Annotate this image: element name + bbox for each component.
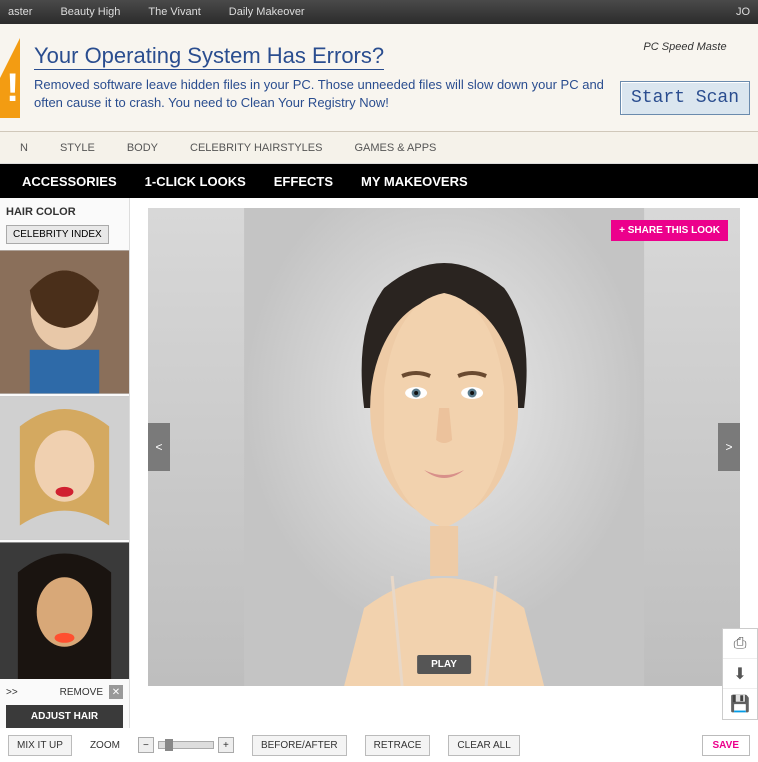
model-face [231,208,657,686]
next-arrow-button[interactable]: > [718,423,740,471]
ad-body: Removed software leave hidden files in y… [34,76,604,111]
mix-it-up-button[interactable]: MIX IT UP [8,735,72,756]
celeb-thumbnail[interactable] [0,542,129,679]
prev-arrow-button[interactable]: < [148,423,170,471]
zoom-control: − + [138,737,234,753]
remove-prefix: >> [6,687,18,698]
join-link[interactable]: JO [736,6,750,18]
canvas-area: + SHARE THIS LOOK < > PLAY [130,198,758,728]
zoom-thumb[interactable] [165,739,173,751]
ad-banner: Your Operating System Has Errors? Remove… [0,24,758,132]
side-tool-panel: ⎙ ⬇ 💾 [722,628,758,720]
celebrity-index-button[interactable]: CELEBRITY INDEX [6,225,109,244]
network-link[interactable]: The Vivant [148,6,200,18]
primary-nav: N STYLE BODY CELEBRITY HAIRSTYLES GAMES … [0,132,758,164]
ad-brand: PC Speed Maste [618,41,752,53]
nav-item-my-makeovers[interactable]: MY MAKEOVERS [347,174,482,189]
nav-item-looks[interactable]: 1-CLICK LOOKS [131,174,260,189]
zoom-slider[interactable] [158,741,214,749]
network-link[interactable]: aster [8,6,32,18]
download-icon[interactable]: ⬇ [723,659,757,689]
save-icon[interactable]: 💾 [723,689,757,719]
bottom-toolbar: MIX IT UP ZOOM − + BEFORE/AFTER RETRACE … [0,728,758,762]
nav-item[interactable]: GAMES & APPS [338,142,452,154]
zoom-label: ZOOM [90,740,120,751]
start-scan-button[interactable]: Start Scan [620,81,750,115]
print-icon[interactable]: ⎙ [723,629,757,659]
network-link[interactable]: Beauty High [60,6,120,18]
play-button[interactable]: PLAY [417,655,471,674]
ad-headline: Your Operating System Has Errors? [34,43,384,70]
top-network-bar: aster Beauty High The Vivant Daily Makeo… [0,0,758,24]
nav-item[interactable]: N [4,142,44,154]
zoom-in-button[interactable]: + [218,737,234,753]
celeb-thumbnail[interactable] [0,250,129,394]
nav-item-accessories[interactable]: ACCESSORIES [8,174,131,189]
celeb-thumbnail[interactable] [0,396,129,540]
retrace-button[interactable]: RETRACE [365,735,431,756]
sidebar: HAIR COLOR CELEBRITY INDEX >> REMOVE ✕ A… [0,198,130,728]
zoom-out-button[interactable]: − [138,737,154,753]
model-stage: + SHARE THIS LOOK < > PLAY [148,208,740,686]
remove-label: REMOVE [60,687,103,698]
remove-button[interactable]: ✕ [109,685,123,699]
adjust-hair-button[interactable]: ADJUST HAIR [6,705,123,728]
ad-copy: Your Operating System Has Errors? Remove… [20,37,618,117]
nav-item[interactable]: CELEBRITY HAIRSTYLES [174,142,338,154]
network-link[interactable]: Daily Makeover [229,6,305,18]
secondary-nav: ACCESSORIES 1-CLICK LOOKS EFFECTS MY MAK… [0,164,758,198]
save-button[interactable]: SAVE [702,735,751,756]
nav-item[interactable]: BODY [111,142,174,154]
nav-item-effects[interactable]: EFFECTS [260,174,347,189]
sidebar-section-label: HAIR COLOR [0,198,129,224]
nav-item[interactable]: STYLE [44,142,111,154]
warning-icon [0,38,20,118]
before-after-button[interactable]: BEFORE/AFTER [252,735,347,756]
share-look-button[interactable]: + SHARE THIS LOOK [611,220,728,241]
clear-all-button[interactable]: CLEAR ALL [448,735,519,756]
